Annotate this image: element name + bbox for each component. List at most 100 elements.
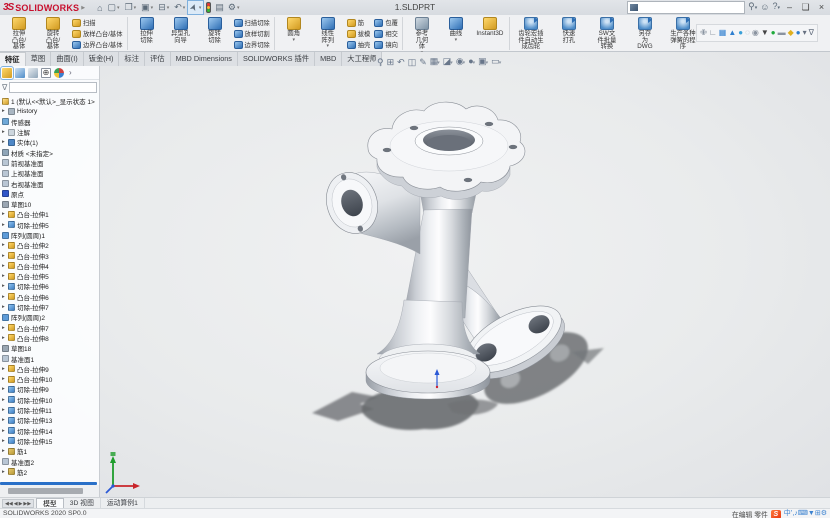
revolve-boss-button[interactable]: 旋转 凸台/ 基体 [36, 16, 70, 51]
tree-item[interactable]: 基准面1 [0, 353, 98, 363]
curves-button[interactable]: 曲线 ▾ [439, 16, 473, 56]
dropdown-caret-icon[interactable]: ▾ [486, 60, 489, 66]
panel-scrollbar-thumb[interactable] [8, 488, 83, 494]
tree-item[interactable]: 凸台-拉伸3 [0, 250, 98, 260]
mirror-button[interactable]: 镜向 [372, 39, 400, 50]
tree-item[interactable]: 切除-拉伸14 [0, 426, 98, 436]
restore-button[interactable]: ❏ [799, 2, 812, 14]
tree-item[interactable]: 实体(1) [0, 137, 98, 147]
rebuild-button[interactable] [204, 1, 213, 14]
dropdown-caret-icon[interactable]: ▾ [473, 60, 476, 66]
part-model-3d[interactable] [0, 52, 830, 497]
hole-wizard-button[interactable]: 异型孔 向导 [164, 16, 198, 44]
command-tab[interactable]: 评估 [145, 52, 171, 66]
save-button[interactable]: ▣ ▾ [139, 1, 155, 14]
dropdown-caret-icon[interactable]: ▾ [499, 60, 502, 66]
snap-toolbar-icon-6[interactable]: ◌ [745, 26, 750, 40]
search-box[interactable] [627, 1, 745, 14]
rib-button[interactable]: 筋 [345, 17, 373, 28]
tree-item[interactable]: 草图18 [0, 343, 98, 353]
prev-tab-button[interactable]: ◀ [14, 501, 18, 507]
featuremanager-tab[interactable] [2, 68, 12, 78]
display-style-icon[interactable]: ◪▾ [443, 55, 453, 69]
snap-toolbar-icon-5[interactable]: ● [738, 26, 743, 40]
revolved-cut-button[interactable]: 旋转 切除 [198, 16, 232, 44]
instant3d-button[interactable]: Instant3D [473, 16, 507, 56]
bolt-hole[interactable] [383, 148, 391, 152]
swept-cut-button[interactable]: 扫描切除 [232, 17, 272, 28]
open-document-button[interactable]: ❐ ▾ [123, 1, 139, 14]
zoom-to-fit-icon[interactable]: ⚲ [377, 56, 384, 68]
configurationmanager-tab[interactable] [28, 68, 38, 78]
ime-keyboard-icon[interactable]: ⌨ [798, 510, 808, 517]
snap-toolbar-icon-4[interactable]: ▲ [728, 26, 736, 40]
macro-gear-generator-button[interactable]: 齿轮宏插 件自动生 成齿轮 [512, 16, 550, 51]
macro-batch-convert-button[interactable]: SW文 件批量 转换 [588, 16, 626, 51]
bolt-hole[interactable] [485, 122, 493, 126]
tree-item[interactable]: 基准面2 [0, 456, 98, 466]
tree-item[interactable]: 凸台-拉伸7 [0, 323, 98, 333]
dropdown-caret-icon[interactable]: ▾ [183, 5, 186, 11]
snap-toolbar-icon-12[interactable]: ● [796, 26, 801, 40]
ime-skin-icon[interactable]: ▼ [808, 510, 815, 517]
snap-toolbar-dropdown[interactable]: ▾ [803, 26, 807, 40]
command-tab[interactable]: SOLIDWORKS 插件 [238, 52, 315, 66]
print-button[interactable]: ⊟ ▾ [156, 1, 171, 14]
panel-tabs-overflow-chevron[interactable]: › [69, 68, 72, 77]
tree-item[interactable]: 凸台-拉伸2 [0, 240, 98, 250]
snap-toolbar-icon-2[interactable]: ∟ [709, 26, 717, 40]
tree-item[interactable]: 原点 [0, 189, 98, 199]
dropdown-caret-icon[interactable]: ▾ [455, 38, 458, 43]
tree-root-item[interactable]: 1 (默认<<默认>_显示状态 1> [0, 96, 98, 106]
tree-item[interactable]: 阵列(圆周)1 [0, 230, 98, 240]
tree-item[interactable]: 筋1 [0, 446, 98, 456]
dropdown-caret-icon[interactable]: ▾ [151, 5, 154, 11]
search-scope-icon[interactable] [630, 4, 638, 11]
dropdown-caret-icon[interactable]: ▾ [437, 60, 440, 66]
snap-toolbar-icon-7[interactable]: ◉ [752, 26, 759, 40]
dropdown-caret-icon[interactable]: ▾ [237, 5, 240, 11]
snap-toolbar-icon-1[interactable]: ✙ [700, 26, 707, 40]
tree-item[interactable]: 凸台-拉伸1 [0, 209, 98, 219]
tree-item[interactable]: 筋2 [0, 467, 98, 477]
command-tab[interactable]: MBD Dimensions [171, 52, 238, 66]
tree-item[interactable]: 切除-拉伸5 [0, 220, 98, 230]
search-input[interactable] [640, 3, 734, 12]
bolt-hole[interactable] [464, 178, 472, 182]
undo-button[interactable]: ↶ ▾ [172, 1, 187, 14]
bolt-hole[interactable] [509, 145, 517, 149]
propertymanager-tab[interactable] [15, 68, 25, 78]
swept-boss-button[interactable]: 扫描 [70, 17, 125, 28]
view-settings-icon[interactable]: ▭▾ [491, 55, 501, 69]
tree-item[interactable]: 上视基准面 [0, 168, 98, 178]
zoom-to-area-icon[interactable]: ⊞ [387, 56, 395, 68]
graphics-viewport[interactable]: ⚲ ⊞ ↶ ◫ ✎ ▦▾ ◪▾ ◉▾ ●▾ ▣▾ ▭▾ [0, 52, 830, 497]
extrude-boss-button[interactable]: 拉伸 凸台/ 基体 [2, 16, 36, 51]
command-tab[interactable]: 曲面(I) [51, 52, 83, 66]
draft-button[interactable]: 拔模 [345, 28, 373, 39]
selection-filter-dropdown[interactable]: ∇ [809, 26, 814, 40]
tree-item[interactable]: 切除-拉伸10 [0, 395, 98, 405]
bottom-flange[interactable] [366, 344, 490, 399]
shell-button[interactable]: 抽壳 [345, 39, 373, 50]
dropdown-caret-icon[interactable]: ▾ [450, 60, 453, 66]
tree-item[interactable]: 阵列(圆周)2 [0, 312, 98, 322]
minimize-button[interactable]: – [783, 2, 796, 14]
ime-settings-icon[interactable]: ⚙ [821, 510, 827, 517]
previous-view-icon[interactable]: ↶ [397, 56, 405, 68]
tree-item[interactable]: 右视基准面 [0, 178, 98, 188]
tree-item[interactable]: 切除-拉伸7 [0, 302, 98, 312]
tree-item[interactable]: 前视基准面 [0, 158, 98, 168]
tree-item[interactable]: 草图10 [0, 199, 98, 209]
boundary-boss-button[interactable]: 边界凸台/基体 [70, 39, 125, 50]
new-document-button[interactable]: ▢ ▾ [106, 1, 122, 14]
section-view-icon[interactable]: ◫ [408, 56, 417, 68]
help-button[interactable]: ?▾ [772, 0, 780, 15]
sogou-ime-logo-icon[interactable]: S [771, 510, 781, 518]
dropdown-caret-icon[interactable]: ▾ [463, 60, 466, 66]
command-tab[interactable]: 草图 [26, 52, 52, 66]
welcome-button[interactable]: ⌂ [95, 1, 104, 14]
reference-geometry-button[interactable]: 参考 几何 体 ▾ [405, 16, 439, 56]
tree-item[interactable]: 凸台-拉伸6 [0, 292, 98, 302]
tree-item[interactable]: 切除-拉伸13 [0, 415, 98, 425]
